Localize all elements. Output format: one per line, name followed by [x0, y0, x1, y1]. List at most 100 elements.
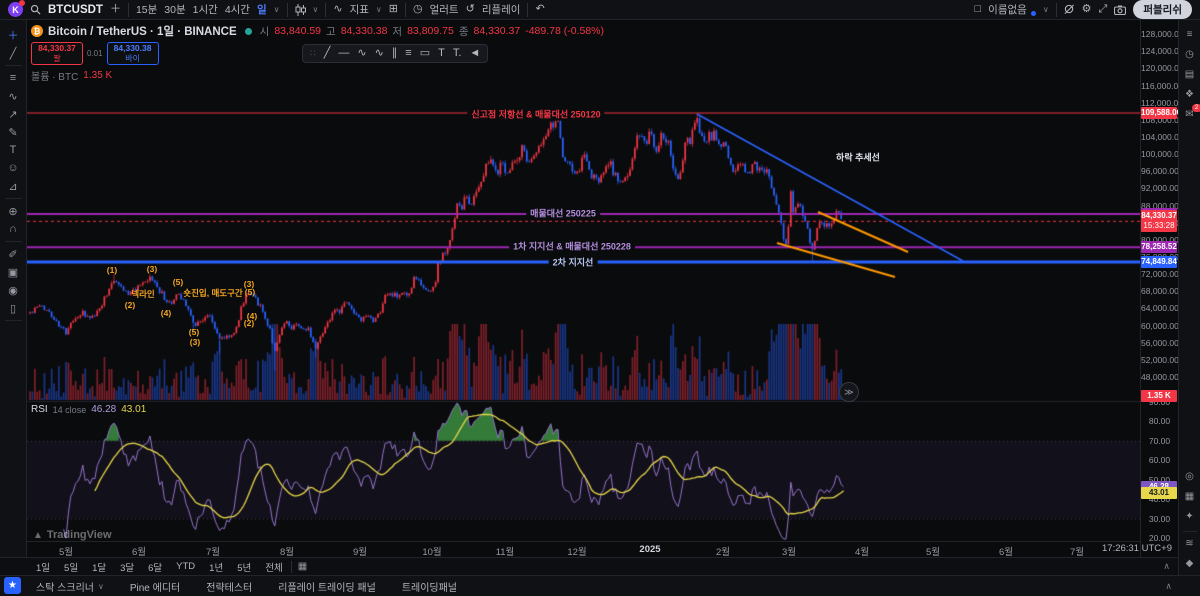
zigzag-icon[interactable]: ∿ [375, 48, 384, 59]
settings-gear-icon[interactable]: ⚙ [1082, 4, 1092, 15]
month-tick-label[interactable]: 8월 [280, 544, 294, 558]
chart-annotation[interactable]: 신고점 저항선 & 매물대선 250120 [467, 107, 605, 121]
timeframe-1h-button[interactable]: 1시간 [193, 2, 218, 17]
chart-annotation[interactable]: (5) [189, 327, 199, 337]
notifications-bell-icon[interactable]: ◆ [1181, 555, 1199, 572]
range-button[interactable]: YTD [170, 560, 201, 573]
timeframe-30m-button[interactable]: 30분 [164, 2, 185, 17]
toolbar-drag-handle[interactable]: ∷ [310, 48, 316, 59]
candle-style-chevron-icon[interactable]: ∨ [313, 5, 319, 14]
timeframe-1d-button-selected[interactable]: 일 [257, 2, 267, 17]
watchlist-icon[interactable]: ≡ [1181, 26, 1199, 43]
forecast-tool-icon[interactable]: ↗ [3, 105, 24, 123]
month-tick-label[interactable]: 11월 [496, 544, 515, 558]
indicators-icon[interactable]: ∿ [333, 4, 342, 15]
range-button[interactable]: 1일 [30, 559, 56, 575]
calendar-icon[interactable]: ▦ [1181, 488, 1199, 505]
alerts-button[interactable]: 얼러트 [430, 2, 459, 17]
text-icon[interactable]: T [438, 48, 445, 59]
xabcd-pattern-tool-icon[interactable]: ∿ [3, 87, 24, 105]
range-button[interactable]: 1년 [203, 559, 229, 575]
indicators-button[interactable]: 지표 [350, 2, 369, 17]
dom-panel-icon[interactable]: ≋ [1181, 535, 1199, 552]
range-button[interactable]: 1달 [86, 559, 112, 575]
sell-button[interactable]: 84,330.37 팔 [31, 42, 83, 65]
fullscreen-icon[interactable]: ⤢ [1099, 4, 1108, 15]
chart-annotation[interactable]: 넥라인 [131, 288, 154, 300]
time-axis[interactable]: 5월 6월 7월 8월 9월 10월 11월 12월 2025 2월 3월 4월 5월 6월 7월 [27, 541, 1140, 558]
journal-icon[interactable]: ▤ [1181, 66, 1199, 83]
bottom-tab[interactable]: 리플레이 트레이딩 패널 [278, 579, 376, 594]
object-tree-icon[interactable]: ❖ [1181, 86, 1199, 103]
month-tick-label[interactable]: 4월 [855, 544, 869, 558]
chat-icon[interactable]: ✉ 2 [1181, 104, 1200, 123]
layout-grid-icon[interactable]: ⊞ [389, 4, 398, 15]
month-tick-label[interactable]: 9월 [353, 544, 367, 558]
bottom-tab[interactable]: 트레이딩패널 [402, 579, 457, 594]
month-tick-label[interactable]: 7월 [206, 544, 220, 558]
layout-select-icon[interactable]: □ [975, 4, 982, 15]
chart-annotation[interactable]: (5) [173, 277, 183, 287]
favorites-star-button[interactable]: ★ [4, 577, 21, 594]
rsi-name[interactable]: RSI [31, 404, 48, 415]
chart-annotation[interactable]: 하락 추세선 [836, 151, 880, 164]
chart-annotation[interactable]: 2차 지지선 [548, 255, 598, 269]
symbol-title[interactable]: Bitcoin / TetherUS · 1일 · BINANCE [48, 23, 237, 39]
trend-line-icon[interactable]: ╱ [324, 48, 331, 59]
range-button[interactable]: 전체 [259, 559, 288, 575]
chart-annotation[interactable]: (5) [245, 287, 255, 297]
horizontal-ray-icon[interactable]: — [338, 48, 349, 59]
drawing-mode-tool-icon[interactable]: ✐ [3, 245, 24, 263]
chart-annotation[interactable]: 1차 지지선 & 매물대선 250228 [509, 239, 635, 253]
month-tick-label[interactable]: 3월 [782, 544, 796, 558]
text-tool-icon[interactable]: T [3, 141, 24, 159]
chart-annotation[interactable]: 숏진입, 매도구간 [183, 287, 242, 299]
month-tick-label[interactable]: 2월 [716, 544, 730, 558]
snapshot-camera-icon[interactable] [1114, 5, 1127, 15]
remove-drawings-trash-icon[interactable]: ▯ [3, 299, 24, 317]
month-tick-label[interactable]: 6월 [999, 544, 1013, 558]
range-button[interactable]: 5년 [231, 559, 257, 575]
go-to-date-icon[interactable]: ▦ [298, 561, 307, 572]
quick-search-icon[interactable] [1064, 4, 1075, 15]
layout-chevron-icon[interactable]: ∨ [1043, 5, 1049, 14]
alert-clock-icon[interactable]: ◷ [413, 4, 423, 15]
month-tick-label[interactable]: 2025 [639, 544, 660, 555]
compare-add-icon[interactable]: ＋ [110, 4, 121, 15]
candle-style-icon[interactable] [295, 3, 306, 16]
streams-icon[interactable]: ◎ [1181, 468, 1199, 485]
rectangle-icon[interactable]: ▭ [420, 48, 430, 59]
user-avatar[interactable]: K [8, 0, 25, 17]
month-tick-label[interactable]: 10월 [422, 544, 441, 558]
month-tick-label[interactable]: 5월 [59, 544, 73, 558]
magnet-tool-icon[interactable]: ∩ [3, 220, 24, 238]
parallel-channel-icon[interactable]: ∥ [392, 48, 398, 59]
volume-indicator-label[interactable]: 볼륨 · BTC [31, 68, 78, 83]
buy-button[interactable]: 84,330.38 바이 [106, 42, 159, 65]
price-axis[interactable]: 128,000.00 124,000.00 120,000.00 116,000.00… [1140, 20, 1184, 557]
anchored-text-icon[interactable]: T. [453, 48, 462, 59]
chart-annotation[interactable]: (1) [107, 265, 117, 275]
brush-tool-icon[interactable]: ✎ [3, 123, 24, 141]
range-button[interactable]: 3달 [114, 559, 140, 575]
chart-annotation[interactable]: (4) [161, 308, 171, 318]
chart-annotation[interactable]: 매물대선 250225 [526, 206, 600, 220]
range-button[interactable]: 5일 [58, 559, 84, 575]
elliott-wave-icon[interactable]: ∿ [357, 48, 366, 59]
timeframe-15m-button[interactable]: 15분 [136, 2, 157, 17]
hide-drawings-eye-icon[interactable]: ◉ [3, 281, 24, 299]
lock-drawings-tool-icon[interactable]: ▣ [3, 263, 24, 281]
timeframe-4h-button[interactable]: 4시간 [225, 2, 250, 17]
timeframe-menu-chevron-icon[interactable]: ∨ [274, 5, 280, 14]
chart-annotation[interactable]: (2) [244, 318, 254, 328]
bottom-tab[interactable]: Pine 에디터 [130, 579, 180, 594]
alerts-panel-icon[interactable]: ◷ [1181, 46, 1199, 63]
expand-panel-chevron-icon[interactable]: ∧ [1165, 581, 1172, 592]
price-chart-canvas[interactable] [27, 20, 1140, 541]
bottom-tab[interactable]: 스탁 스크리너 ∨ [36, 579, 104, 594]
chart-annotation[interactable]: (3) [190, 337, 200, 347]
scroll-to-realtime-button[interactable]: ≫ [839, 382, 859, 402]
symbol-search-button[interactable]: BTCUSDT [48, 4, 103, 16]
chart-annotation[interactable]: (3) [147, 264, 157, 274]
clock-utc[interactable]: 17:26:31 UTC+9 [1040, 543, 1172, 554]
